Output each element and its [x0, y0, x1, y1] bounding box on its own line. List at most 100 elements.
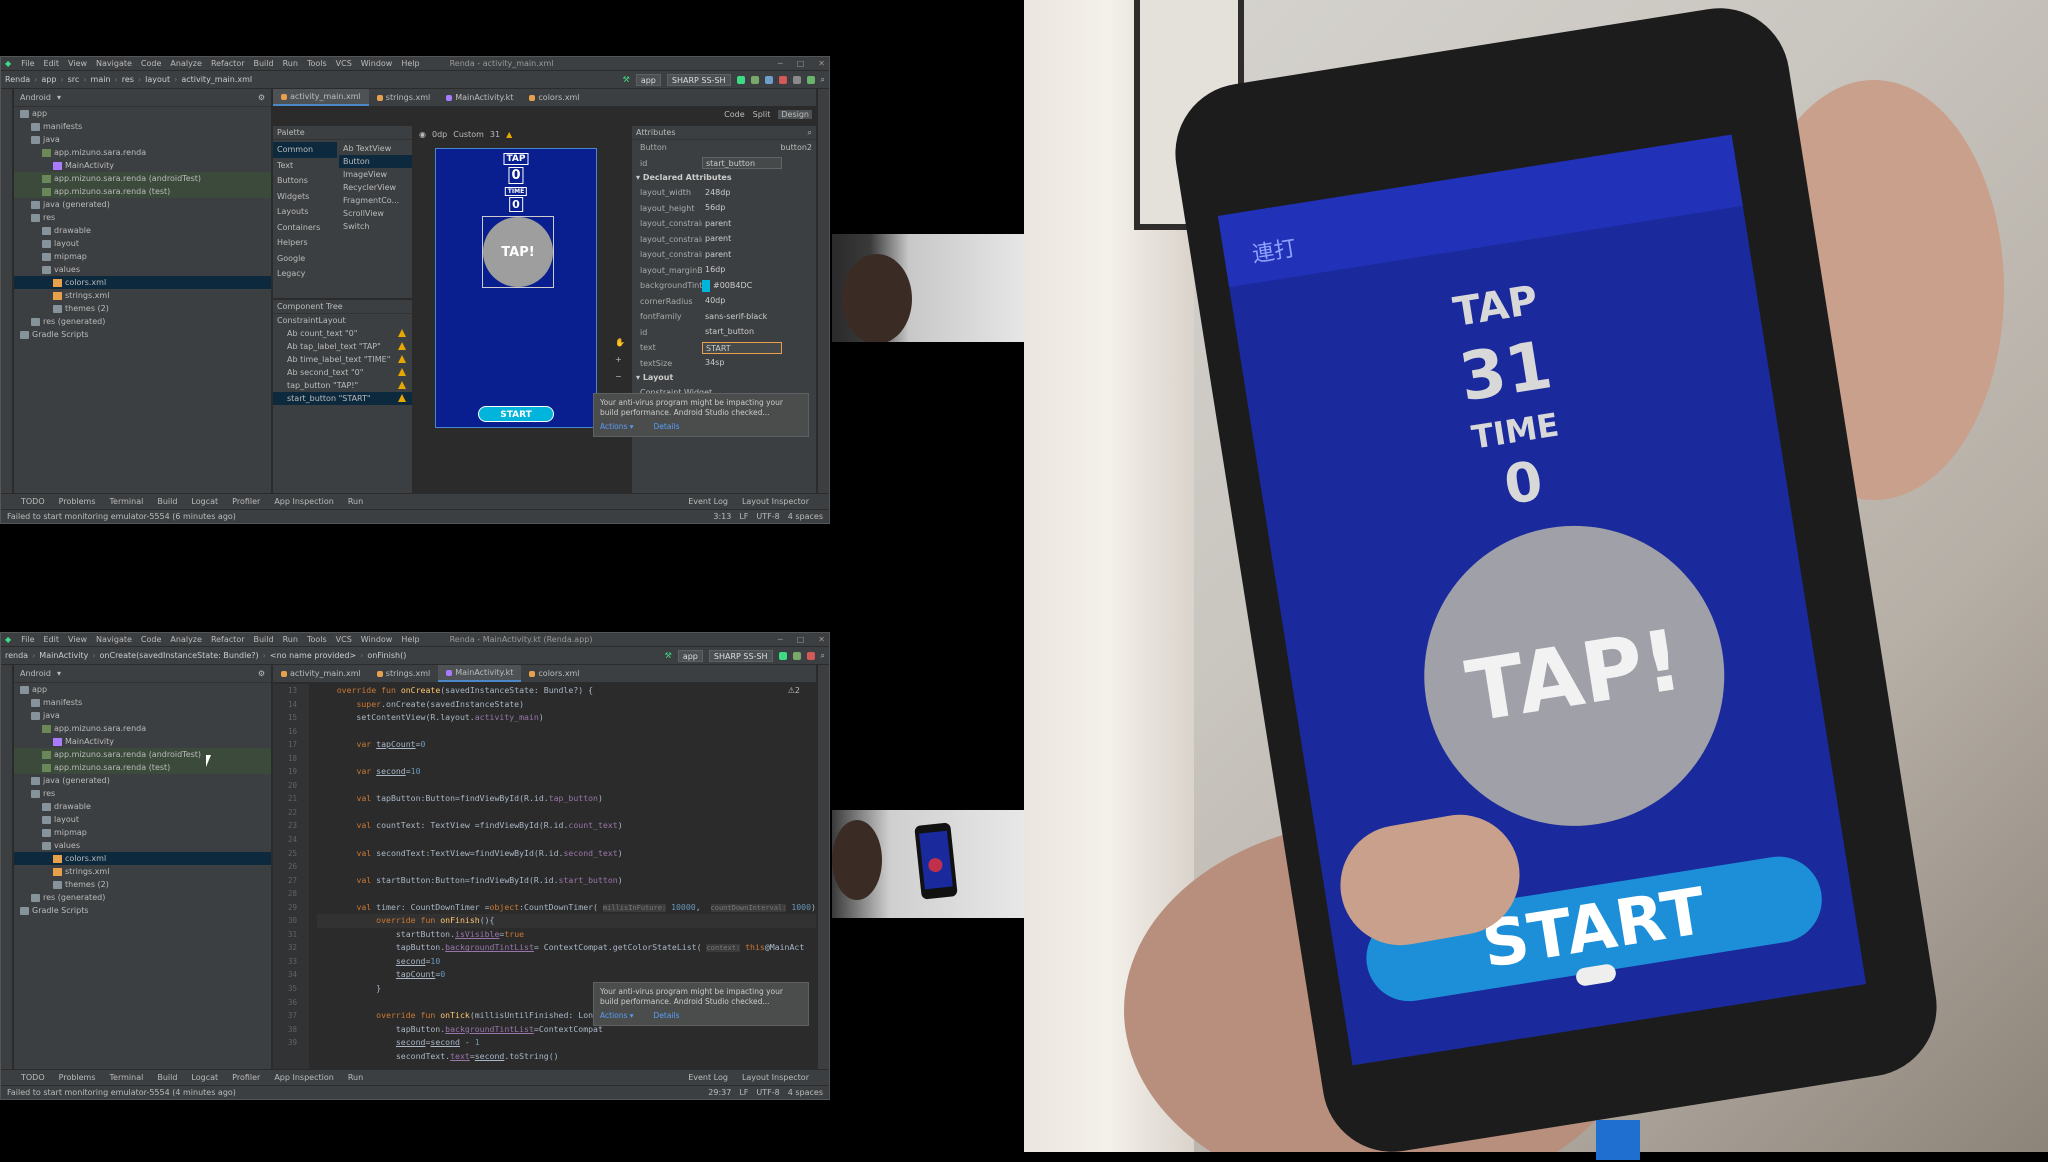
declared-attributes-header[interactable]: ▾ Declared Attributes: [632, 171, 816, 185]
tree-item[interactable]: values: [14, 839, 271, 852]
menu-item[interactable]: File: [21, 635, 34, 644]
layout-section-header[interactable]: ▾ Layout: [632, 371, 816, 385]
tree-item[interactable]: app: [14, 107, 271, 120]
menu-item[interactable]: VCS: [336, 635, 352, 644]
tool-window-button[interactable]: Build: [157, 497, 177, 506]
gear-icon[interactable]: ⚙: [258, 93, 265, 102]
debug-icon[interactable]: [792, 651, 801, 660]
attribute-value[interactable]: start_button: [702, 326, 782, 338]
menu-item[interactable]: Window: [361, 635, 393, 644]
run-icon[interactable]: [778, 651, 787, 660]
indent-setting[interactable]: 4 spaces: [788, 512, 823, 521]
palette-widget[interactable]: Button: [339, 155, 412, 168]
tree-item[interactable]: app.mizuno.sara.renda (test): [14, 185, 271, 198]
minimize-icon[interactable]: ─: [778, 635, 783, 644]
breadcrumb-item[interactable]: renda: [5, 651, 28, 660]
preview-time-label[interactable]: TIME: [504, 187, 528, 196]
tool-window-button[interactable]: Problems: [59, 497, 96, 506]
tool-window-button[interactable]: Build: [157, 1073, 177, 1082]
tree-item[interactable]: manifests: [14, 120, 271, 133]
pan-icon[interactable]: ✋: [615, 338, 625, 347]
attribute-value[interactable]: 40dp: [702, 295, 782, 307]
zoom-in-icon[interactable]: +: [615, 355, 625, 364]
attribute-value[interactable]: START: [702, 341, 782, 354]
close-icon[interactable]: ✕: [818, 635, 825, 644]
design-canvas[interactable]: ◉ 0dp Custom 31 ▲ TAP 0 TIME 0 TAP! STAR…: [415, 126, 629, 493]
warning-icon[interactable]: [398, 381, 406, 389]
tree-item[interactable]: Gradle Scripts: [14, 904, 271, 917]
tree-item[interactable]: java: [14, 709, 271, 722]
palette-widget[interactable]: Switch: [339, 220, 412, 233]
indent-setting[interactable]: 4 spaces: [788, 1088, 823, 1097]
breadcrumb-item[interactable]: MainActivity: [39, 651, 88, 660]
menu-item[interactable]: Tools: [307, 59, 327, 68]
device-preview-select[interactable]: Custom: [453, 130, 484, 139]
tree-item[interactable]: values: [14, 263, 271, 276]
menu-item[interactable]: Analyze: [170, 59, 202, 68]
component-tree-item[interactable]: tap_button "TAP!": [273, 379, 412, 392]
palette-widget[interactable]: ImageView: [339, 168, 412, 181]
warning-icon[interactable]: [398, 368, 406, 376]
close-icon[interactable]: ✕: [818, 59, 825, 68]
menu-item[interactable]: Code: [141, 59, 161, 68]
menu-item[interactable]: Edit: [44, 59, 60, 68]
tree-item[interactable]: java: [14, 133, 271, 146]
tree-item[interactable]: drawable: [14, 800, 271, 813]
run-icon[interactable]: [736, 75, 745, 84]
menu-item[interactable]: Run: [283, 635, 298, 644]
preview-count-text[interactable]: 0: [508, 167, 524, 184]
sdk-manager-icon[interactable]: [806, 75, 815, 84]
menu-item[interactable]: Help: [401, 59, 419, 68]
menu-item[interactable]: File: [21, 59, 34, 68]
search-icon[interactable]: ⌕: [808, 126, 812, 139]
breadcrumb-item[interactable]: main: [91, 75, 111, 84]
attribute-value[interactable]: 16dp: [702, 264, 782, 276]
device-select[interactable]: SHARP SS-SH: [708, 649, 773, 662]
menu-item[interactable]: Navigate: [96, 59, 132, 68]
profile-icon[interactable]: [764, 75, 773, 84]
tab-activity-main[interactable]: activity_main.xml: [273, 89, 369, 106]
breadcrumb-item[interactable]: activity_main.xml: [181, 75, 252, 84]
palette-widget[interactable]: FragmentCo...: [339, 194, 412, 207]
breadcrumb-item[interactable]: <no name provided>: [270, 651, 356, 660]
menu-item[interactable]: Code: [141, 635, 161, 644]
tab-activity-main[interactable]: activity_main.xml: [273, 665, 369, 682]
tree-item[interactable]: res (generated): [14, 315, 271, 328]
menu-item[interactable]: Run: [283, 59, 298, 68]
menu-item[interactable]: Build: [254, 59, 274, 68]
tree-item[interactable]: mipmap: [14, 250, 271, 263]
tree-item[interactable]: res: [14, 787, 271, 800]
warning-icon[interactable]: [398, 355, 406, 363]
menu-item[interactable]: Navigate: [96, 635, 132, 644]
tree-item[interactable]: MainActivity: [14, 159, 271, 172]
attribute-value[interactable]: 248dp: [702, 187, 782, 199]
palette-category[interactable]: Legacy: [273, 266, 337, 282]
run-config-select[interactable]: app: [677, 649, 703, 662]
tool-window-button[interactable]: Event Log: [688, 1073, 728, 1082]
palette-category[interactable]: Widgets: [273, 189, 337, 205]
palette-category[interactable]: Buttons: [273, 173, 337, 189]
warning-icon[interactable]: [398, 342, 406, 350]
caret-position[interactable]: 29:37: [708, 1088, 731, 1097]
code-editor[interactable]: 13 14 15 16 17 18 19 20 21 22 23 24 25 26 27 28 29 30 31 32…: [273, 684, 816, 1069]
tool-window-button[interactable]: TODO: [21, 497, 45, 506]
device-select[interactable]: SHARP SS-SH: [666, 73, 731, 86]
notification-details-link[interactable]: Details: [654, 422, 680, 432]
menu-item[interactable]: Build: [254, 635, 274, 644]
tab-strings[interactable]: strings.xml: [369, 89, 438, 106]
breadcrumb-item[interactable]: layout: [145, 75, 170, 84]
chevron-down-icon[interactable]: ▾: [57, 93, 61, 102]
tree-item[interactable]: themes (2): [14, 302, 271, 315]
debug-icon[interactable]: [750, 75, 759, 84]
palette-category[interactable]: Layouts: [273, 204, 337, 220]
palette-widget[interactable]: ScrollView: [339, 207, 412, 220]
tool-window-button[interactable]: Problems: [59, 1073, 96, 1082]
tree-item[interactable]: app.mizuno.sara.renda (androidTest): [14, 748, 271, 761]
line-separator[interactable]: LF: [739, 1088, 748, 1097]
tree-item[interactable]: res: [14, 211, 271, 224]
run-config-select[interactable]: app: [635, 73, 661, 86]
breadcrumb-item[interactable]: onFinish(): [367, 651, 406, 660]
tool-window-button[interactable]: Profiler: [232, 497, 260, 506]
sync-icon[interactable]: [792, 75, 801, 84]
attribute-value[interactable]: 56dp: [702, 202, 782, 214]
